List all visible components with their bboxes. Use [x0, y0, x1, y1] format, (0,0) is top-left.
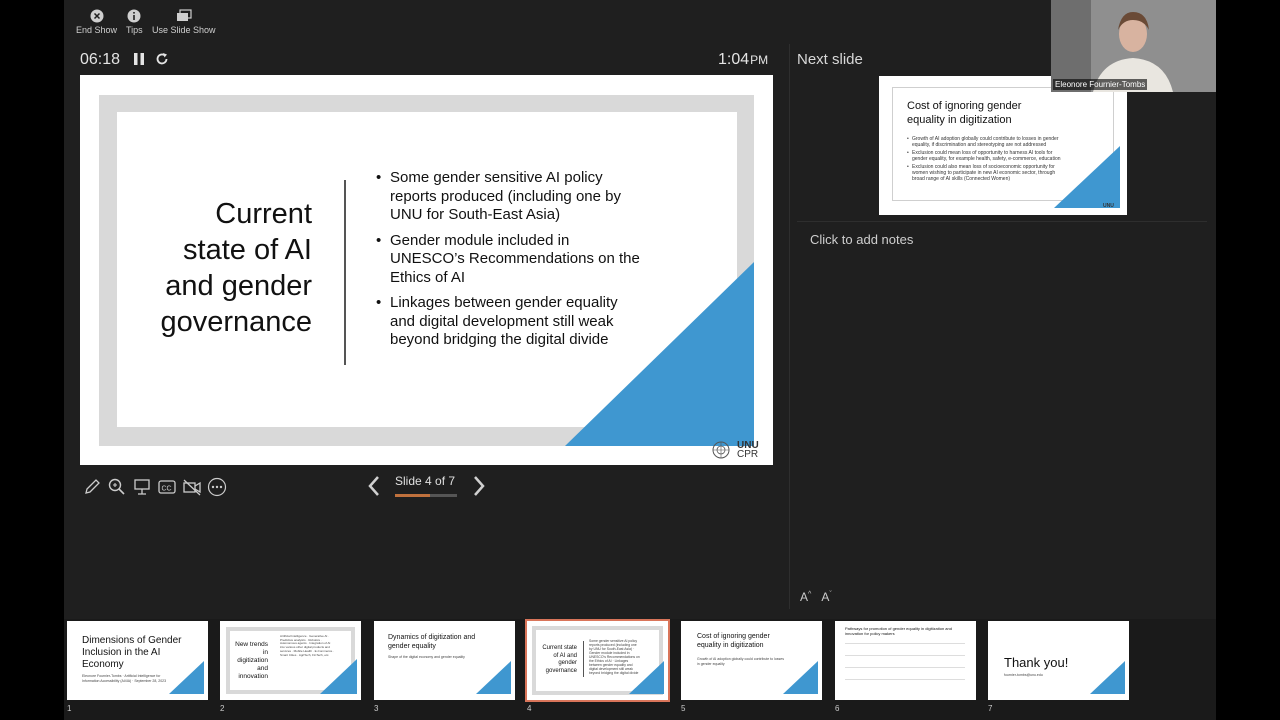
tips-label: Tips — [126, 25, 143, 35]
next-logo-text: UNU — [1103, 203, 1114, 209]
elapsed-timer: 06:18 — [80, 51, 121, 68]
thumb-title: Pathways for promotion of gender equalit… — [845, 626, 952, 636]
slide-thumbnail[interactable]: Pathways for promotion of gender equalit… — [835, 621, 976, 700]
slide-thumbnail[interactable]: Dynamics of digitization and gender equa… — [374, 621, 515, 700]
clock-time: 1:04 — [718, 51, 750, 68]
slide-divider — [344, 180, 346, 365]
pen-tool-button[interactable] — [81, 476, 103, 498]
thumb-triangle — [1090, 661, 1125, 694]
more-icon — [207, 477, 227, 497]
bullet-item: Linkages between gender equality and dig… — [376, 294, 646, 350]
thumb-number: 3 — [374, 704, 379, 713]
thumb-number: 1 — [67, 704, 72, 713]
captions-icon: CC — [158, 480, 176, 494]
slide-thumbnail[interactable]: New trends in digitization and innovatio… — [220, 621, 361, 700]
magnifier-icon — [108, 478, 125, 495]
decrease-font-button[interactable]: Aˇ — [821, 590, 831, 604]
end-show-label: End Show — [76, 25, 118, 35]
next-slide-preview[interactable]: Cost of ignoring gender equality in digi… — [879, 76, 1127, 215]
pause-button[interactable] — [133, 52, 145, 71]
presenter-tools: CC — [81, 476, 228, 498]
notes-font-controls: A^ Aˇ — [800, 590, 832, 604]
pause-icon — [134, 53, 144, 65]
slide-thumbnail[interactable]: Dimensions of Gender Inclusion in the AI… — [67, 621, 208, 700]
slideshow-icon — [176, 9, 192, 23]
restart-timer-button[interactable] — [155, 52, 169, 71]
presenter-screen-icon — [134, 479, 150, 495]
unu-cpr-logo: UNU CPR — [711, 440, 759, 460]
pane-divider — [789, 44, 790, 609]
end-show-button[interactable]: End Show — [76, 9, 117, 35]
slide-thumbnail[interactable]: Cost of ignoring gender equality in digi… — [681, 621, 822, 700]
title-line: Current — [215, 198, 312, 230]
more-options-button[interactable] — [206, 476, 228, 498]
previous-slide-button[interactable] — [366, 474, 382, 503]
chevron-right-icon — [474, 476, 485, 496]
thumb-triangle — [320, 659, 357, 694]
use-slide-show-label: Use Slide Show — [152, 25, 216, 35]
slide-thumbnail[interactable]: Thank you! fournier-tombs@unu.edu — [988, 621, 1129, 700]
logo-subtext: CPR — [737, 449, 759, 460]
slide-thumbnail-strip: Dimensions of Gender Inclusion in the AI… — [64, 619, 1216, 720]
camera-off-icon — [183, 479, 201, 496]
title-line: and gender — [165, 270, 312, 302]
un-emblem-icon — [712, 441, 730, 459]
thumb-number: 7 — [988, 704, 993, 713]
slide-thumbnail-selected[interactable]: Current state of AI and gender governanc… — [525, 619, 670, 702]
close-icon — [90, 9, 104, 23]
next-blue-triangle — [1054, 146, 1120, 208]
current-slide[interactable]: Current state of AI and gender governanc… — [80, 75, 773, 465]
camera-toggle-button[interactable] — [181, 476, 203, 498]
bullet-item: Gender module included in UNESCO’s Recom… — [376, 232, 646, 288]
slide-progress-bar — [395, 494, 457, 497]
slide-title: Current state of AI and gender governanc… — [128, 196, 312, 340]
presenter-view: End Show Tips Use Slide Show 06:18 1:04P… — [64, 0, 1216, 720]
thumb-row — [845, 643, 965, 651]
clock: 1:04PM — [718, 51, 768, 69]
thumb-row — [845, 667, 965, 675]
participant-name: Eleonore Fournier-Tombs — [1053, 79, 1148, 90]
subtitles-button[interactable]: CC — [156, 476, 178, 498]
increase-font-button[interactable]: A^ — [800, 590, 811, 604]
restart-icon — [156, 53, 168, 65]
slide-bullets: Some gender sensitive AI policy reports … — [376, 169, 646, 357]
thumb-number: 6 — [835, 704, 840, 713]
thumb-number: 2 — [220, 704, 225, 713]
slide-counter[interactable]: Slide 4 of 7 — [395, 474, 455, 488]
thumb-triangle — [476, 661, 511, 694]
thumb-row — [845, 655, 965, 663]
title-line: governance — [160, 306, 312, 338]
thumb-number: 4 — [527, 704, 532, 713]
thumb-triangle — [629, 661, 664, 694]
pen-icon — [85, 479, 100, 494]
zoom-button[interactable] — [106, 476, 128, 498]
info-icon — [127, 9, 141, 23]
next-slide-logo: UNU — [1103, 204, 1114, 209]
title-line: state of AI — [183, 234, 312, 266]
thumb-number: 5 — [681, 704, 686, 713]
bullet-item: Some gender sensitive AI policy reports … — [376, 169, 646, 225]
use-slide-show-button[interactable]: Use Slide Show — [152, 9, 216, 35]
thumb-triangle — [169, 661, 204, 694]
speaker-notes[interactable]: Click to add notes — [810, 232, 913, 247]
thumb-triangle — [783, 661, 818, 694]
slide-progress-fill — [395, 494, 431, 497]
svg-text:CC: CC — [162, 486, 172, 493]
thumb-row — [845, 679, 965, 687]
clock-ampm: PM — [750, 53, 769, 67]
tips-button[interactable]: Tips — [126, 9, 143, 35]
next-slide-label: Next slide — [797, 51, 863, 68]
next-slide-button[interactable] — [471, 474, 487, 503]
increase-font-label: A — [800, 590, 809, 604]
participant-video: Eleonore Fournier-Tombs — [1051, 0, 1216, 92]
see-all-slides-button[interactable] — [131, 476, 153, 498]
chevron-left-icon — [368, 476, 379, 496]
notes-divider — [797, 221, 1207, 222]
